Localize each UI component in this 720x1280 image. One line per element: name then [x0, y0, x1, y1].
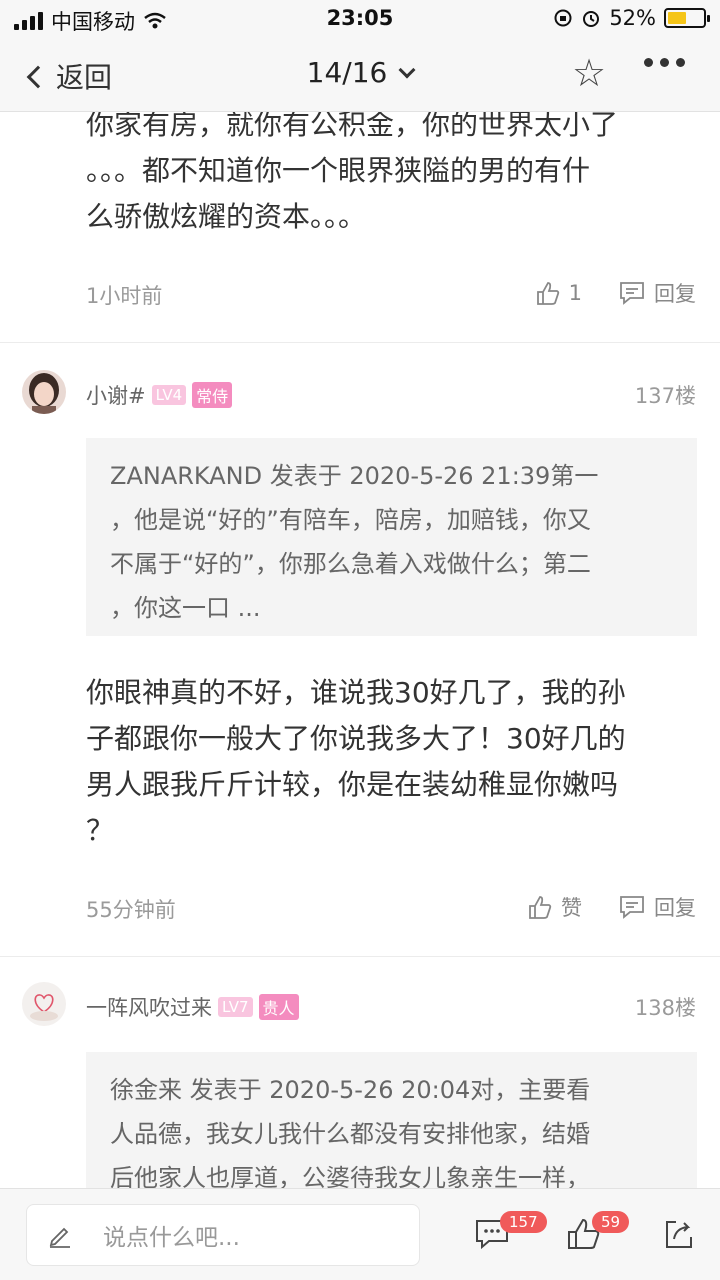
- comment-body: 你眼神真的不好，谁说我30好几了，我的孙 子都跟你一般大了你说我多大了！30好几…: [86, 670, 686, 854]
- comment-input[interactable]: 说点什么吧...: [26, 1204, 420, 1266]
- like-count-badge: 59: [592, 1211, 630, 1233]
- quote-line: 后他家人也厚道，公婆待我女儿象亲生一样，: [110, 1164, 590, 1188]
- battery-fill: [668, 12, 686, 24]
- like-post-button[interactable]: 59: [566, 1211, 630, 1255]
- username[interactable]: 一阵风吹过来: [86, 992, 212, 1022]
- comment-list[interactable]: 你家有房，就你有公积金，你的世界太小了 。。。都不知道你一个眼界狭隘的男的有什 …: [0, 112, 720, 1188]
- thumbs-up-icon: [529, 896, 552, 919]
- comment-count-badge: 157: [500, 1211, 547, 1233]
- reply-label: 回复: [654, 282, 696, 306]
- alarm-icon: [583, 11, 600, 27]
- thumbs-up-icon: [536, 282, 559, 305]
- comment-icon: [620, 282, 644, 305]
- like-button[interactable]: 1: [535, 280, 582, 306]
- quote-block[interactable]: ZANARKAND 发表于 2020-5-26 21:39第一 ，他是说“好的”…: [86, 438, 697, 636]
- comment-line: 你眼神真的不好，谁说我30好几了，我的孙: [86, 676, 626, 709]
- like-label: 赞: [561, 896, 582, 920]
- comment-time: 55分钟前: [86, 898, 176, 922]
- reply-label: 回复: [654, 896, 696, 920]
- quote-line: ZANARKAND 发表于 2020-5-26 21:39第一: [110, 462, 599, 490]
- battery-percent: 52%: [609, 6, 656, 30]
- comment-line: 子都跟你一般大了你说我多大了！30好几的: [86, 722, 626, 755]
- share-button[interactable]: [662, 1217, 696, 1255]
- avatar[interactable]: [22, 370, 66, 414]
- pencil-icon: [49, 1227, 70, 1248]
- like-label: 1: [568, 281, 582, 305]
- level-badge: LV4: [151, 385, 187, 405]
- comment-line: 。。。都不知道你一个眼界狭隘的男的有什: [86, 154, 591, 187]
- floor-number: 138楼: [634, 996, 696, 1020]
- more-icon[interactable]: [644, 58, 685, 67]
- comments-button[interactable]: 157: [474, 1211, 547, 1255]
- floor-number: 137楼: [634, 384, 696, 408]
- chevron-down-icon: [398, 61, 416, 79]
- reply-button[interactable]: 回复: [618, 892, 696, 922]
- reply-button[interactable]: 回复: [618, 278, 696, 308]
- quote-line: 人品德，我女儿我什么都没有安排他家，结婚: [110, 1120, 590, 1148]
- comment-line: 男人跟我斤斤计较，你是在装幼稚显你嫩吗: [86, 768, 619, 801]
- comment-line: ？: [86, 814, 115, 847]
- rotation-lock-icon: [554, 9, 572, 27]
- page-indicator: 14/16: [306, 56, 388, 89]
- comment-input-placeholder: 说点什么吧...: [103, 1225, 240, 1251]
- avatar[interactable]: [22, 982, 66, 1026]
- share-icon: [666, 1221, 692, 1248]
- bottom-bar: 说点什么吧... 157 59: [0, 1188, 720, 1280]
- nav-bar: 返回 14/16 ☆: [0, 36, 720, 112]
- comment-body: 你家有房，就你有公积金，你的世界太小了 。。。都不知道你一个眼界狭隘的男的有什 …: [86, 112, 686, 240]
- quote-line: 徐金来 发表于 2020-5-26 20:04对，主要看: [110, 1076, 591, 1104]
- divider: [0, 342, 720, 343]
- page-selector[interactable]: 14/16: [0, 56, 720, 89]
- quote-block[interactable]: 徐金来 发表于 2020-5-26 20:04对，主要看 人品德，我女儿我什么都…: [86, 1052, 697, 1188]
- divider: [0, 956, 720, 957]
- comment-time: 1小时前: [86, 284, 163, 308]
- quote-line: ，他是说“好的”有陪车，陪房，加赔钱，你又: [110, 506, 591, 534]
- comment-icon: [620, 896, 644, 919]
- battery-icon: [664, 8, 710, 28]
- comment-line: 么骄傲炫耀的资本。。。: [86, 200, 367, 233]
- like-button[interactable]: 赞: [527, 892, 582, 922]
- level-badge: LV7: [218, 997, 253, 1017]
- rank-badge: 常侍: [192, 382, 233, 408]
- status-bar: 中国移动 23:05 52%: [0, 0, 720, 36]
- quote-line: ，你这一口 ...: [110, 594, 261, 622]
- comment-line: 你家有房，就你有公积金，你的世界太小了: [86, 112, 619, 141]
- star-icon[interactable]: ☆: [572, 54, 606, 92]
- quote-line: 不属于“好的”，你那么急着入戏做什么；第二: [110, 550, 591, 578]
- username[interactable]: 小谢#: [86, 380, 146, 410]
- rank-badge: 贵人: [258, 994, 299, 1020]
